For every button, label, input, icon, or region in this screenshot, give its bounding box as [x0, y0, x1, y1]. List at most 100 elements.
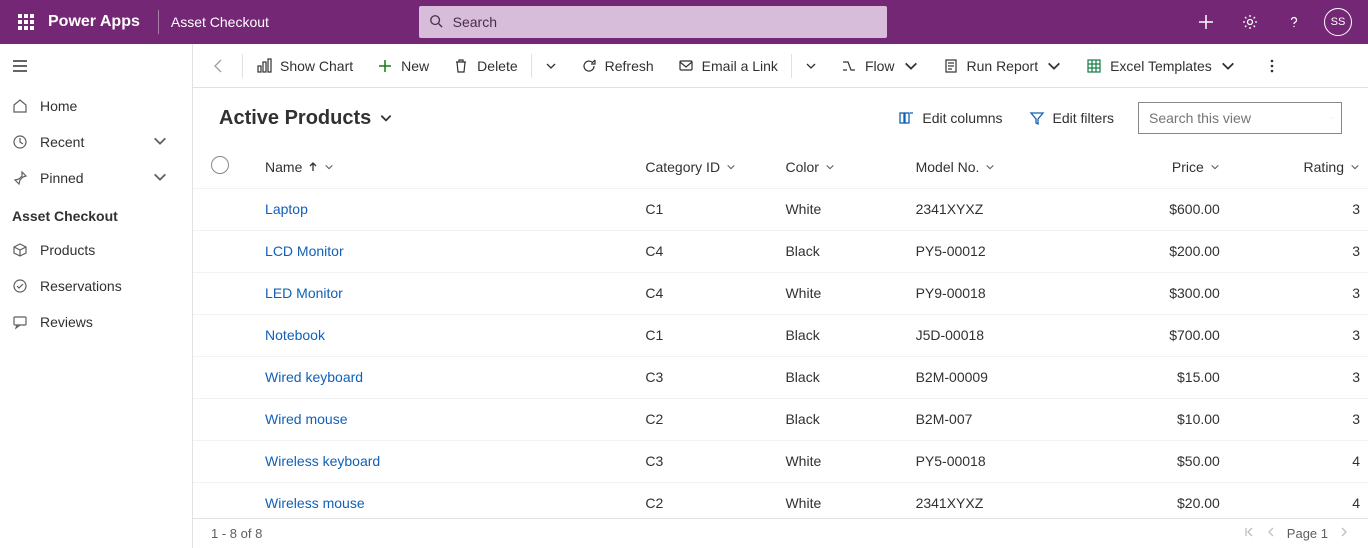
- col-model[interactable]: Model No.: [908, 146, 1088, 188]
- app-launcher-icon[interactable]: [6, 0, 46, 44]
- settings-icon[interactable]: [1230, 0, 1270, 44]
- row-name-link[interactable]: Wireless mouse: [265, 495, 365, 511]
- nav-reservations-label: Reservations: [40, 278, 122, 294]
- products-grid: Name Category ID Color Model No. Price R…: [193, 146, 1368, 518]
- table-row[interactable]: LCD MonitorC4BlackPY5-00012$200.003: [193, 230, 1368, 272]
- page-first[interactable]: [1243, 526, 1255, 541]
- col-name[interactable]: Name: [247, 146, 637, 188]
- col-rating[interactable]: Rating: [1228, 146, 1368, 188]
- table-row[interactable]: NotebookC1BlackJ5D-00018$700.003: [193, 314, 1368, 356]
- nav-products[interactable]: Products: [0, 232, 192, 268]
- pin-icon: [12, 170, 28, 186]
- cmd-more[interactable]: [1252, 44, 1292, 88]
- record-range: 1 - 8 of 8: [211, 526, 262, 541]
- add-icon[interactable]: [1186, 0, 1226, 44]
- row-select[interactable]: [193, 356, 247, 398]
- row-price: $10.00: [1088, 398, 1228, 440]
- view-name-label: Active Products: [219, 107, 371, 130]
- view-search-input[interactable]: [1147, 109, 1332, 127]
- row-color: White: [777, 272, 907, 314]
- cmd-show-chart[interactable]: Show Chart: [244, 44, 365, 88]
- row-rating: 4: [1228, 440, 1368, 482]
- row-select[interactable]: [193, 440, 247, 482]
- table-row[interactable]: Wired keyboardC3BlackB2M-00009$15.003: [193, 356, 1368, 398]
- row-model: B2M-007: [908, 398, 1088, 440]
- cmd-email-split[interactable]: [793, 44, 829, 88]
- global-search[interactable]: [419, 6, 887, 38]
- back-button[interactable]: [197, 44, 241, 88]
- row-name-link[interactable]: LED Monitor: [265, 285, 343, 301]
- chevron-down-icon: [1210, 162, 1220, 172]
- nav-recent[interactable]: Recent: [0, 124, 192, 160]
- nav-pinned[interactable]: Pinned: [0, 160, 192, 196]
- cmd-delete[interactable]: Delete: [441, 44, 529, 88]
- page-next[interactable]: [1338, 526, 1350, 541]
- table-row[interactable]: Wireless mouseC2White2341XYXZ$20.004: [193, 482, 1368, 518]
- nav-recent-label: Recent: [40, 134, 84, 150]
- page-prev[interactable]: [1265, 526, 1277, 541]
- edit-columns-label: Edit columns: [922, 110, 1002, 126]
- global-search-input[interactable]: [451, 13, 877, 31]
- row-category: C1: [637, 314, 777, 356]
- clock-icon: [12, 134, 28, 150]
- row-select[interactable]: [193, 314, 247, 356]
- cmd-run-report[interactable]: Run Report: [931, 44, 1075, 88]
- row-price: $200.00: [1088, 230, 1228, 272]
- chevron-down-icon: [324, 162, 334, 172]
- row-select[interactable]: [193, 398, 247, 440]
- col-color[interactable]: Color: [777, 146, 907, 188]
- col-price[interactable]: Price: [1088, 146, 1228, 188]
- cmd-flow[interactable]: Flow: [829, 44, 931, 88]
- select-all[interactable]: [193, 146, 247, 188]
- cmd-flow-label: Flow: [865, 58, 895, 74]
- row-name-link[interactable]: Laptop: [265, 201, 308, 217]
- row-select[interactable]: [193, 482, 247, 518]
- row-name-link[interactable]: Wireless keyboard: [265, 453, 380, 469]
- row-rating: 4: [1228, 482, 1368, 518]
- cmd-refresh[interactable]: Refresh: [569, 44, 666, 88]
- cmd-delete-split[interactable]: [533, 44, 569, 88]
- row-rating: 3: [1228, 314, 1368, 356]
- user-avatar[interactable]: SS: [1318, 0, 1358, 44]
- table-row[interactable]: LaptopC1White2341XYXZ$600.003: [193, 188, 1368, 230]
- row-name-link[interactable]: Wired mouse: [265, 411, 347, 427]
- row-select[interactable]: [193, 188, 247, 230]
- nav-home[interactable]: Home: [0, 88, 192, 124]
- cmd-email-link[interactable]: Email a Link: [666, 44, 790, 88]
- row-select[interactable]: [193, 272, 247, 314]
- col-category[interactable]: Category ID: [637, 146, 777, 188]
- page-label: Page 1: [1287, 526, 1328, 541]
- edit-columns-button[interactable]: Edit columns: [896, 105, 1004, 131]
- row-name-link[interactable]: Notebook: [265, 327, 325, 343]
- chevron-down-icon: [903, 58, 919, 74]
- nav-reservations[interactable]: Reservations: [0, 268, 192, 304]
- row-price: $700.00: [1088, 314, 1228, 356]
- edit-filters-button[interactable]: Edit filters: [1027, 105, 1116, 131]
- cmd-new[interactable]: New: [365, 44, 441, 88]
- cmd-refresh-label: Refresh: [605, 58, 654, 74]
- nav-reviews[interactable]: Reviews: [0, 304, 192, 340]
- table-row[interactable]: Wired mouseC2BlackB2M-007$10.003: [193, 398, 1368, 440]
- help-icon[interactable]: [1274, 0, 1314, 44]
- row-model: PY5-00012: [908, 230, 1088, 272]
- chevron-down-icon: [379, 111, 393, 125]
- table-row[interactable]: LED MonitorC4WhitePY9-00018$300.003: [193, 272, 1368, 314]
- view-name-dropdown[interactable]: Active Products: [219, 107, 393, 130]
- table-row[interactable]: Wireless keyboardC3WhitePY5-00018$50.004: [193, 440, 1368, 482]
- chevron-down-icon: [152, 169, 180, 188]
- row-select[interactable]: [193, 230, 247, 272]
- row-name-link[interactable]: Wired keyboard: [265, 369, 363, 385]
- chevron-down-icon: [985, 162, 995, 172]
- view-search[interactable]: [1138, 102, 1342, 134]
- row-rating: 3: [1228, 398, 1368, 440]
- cmd-excel-templates[interactable]: Excel Templates: [1074, 44, 1248, 88]
- cmd-delete-label: Delete: [477, 58, 517, 74]
- chevron-down-icon: [1350, 162, 1360, 172]
- cmd-run-report-label: Run Report: [967, 58, 1039, 74]
- divider: [531, 54, 532, 78]
- report-icon: [943, 58, 959, 74]
- row-name-link[interactable]: LCD Monitor: [265, 243, 344, 259]
- sidebar-toggle[interactable]: [0, 44, 192, 88]
- chart-icon: [256, 58, 272, 74]
- cmd-email-link-label: Email a Link: [702, 58, 778, 74]
